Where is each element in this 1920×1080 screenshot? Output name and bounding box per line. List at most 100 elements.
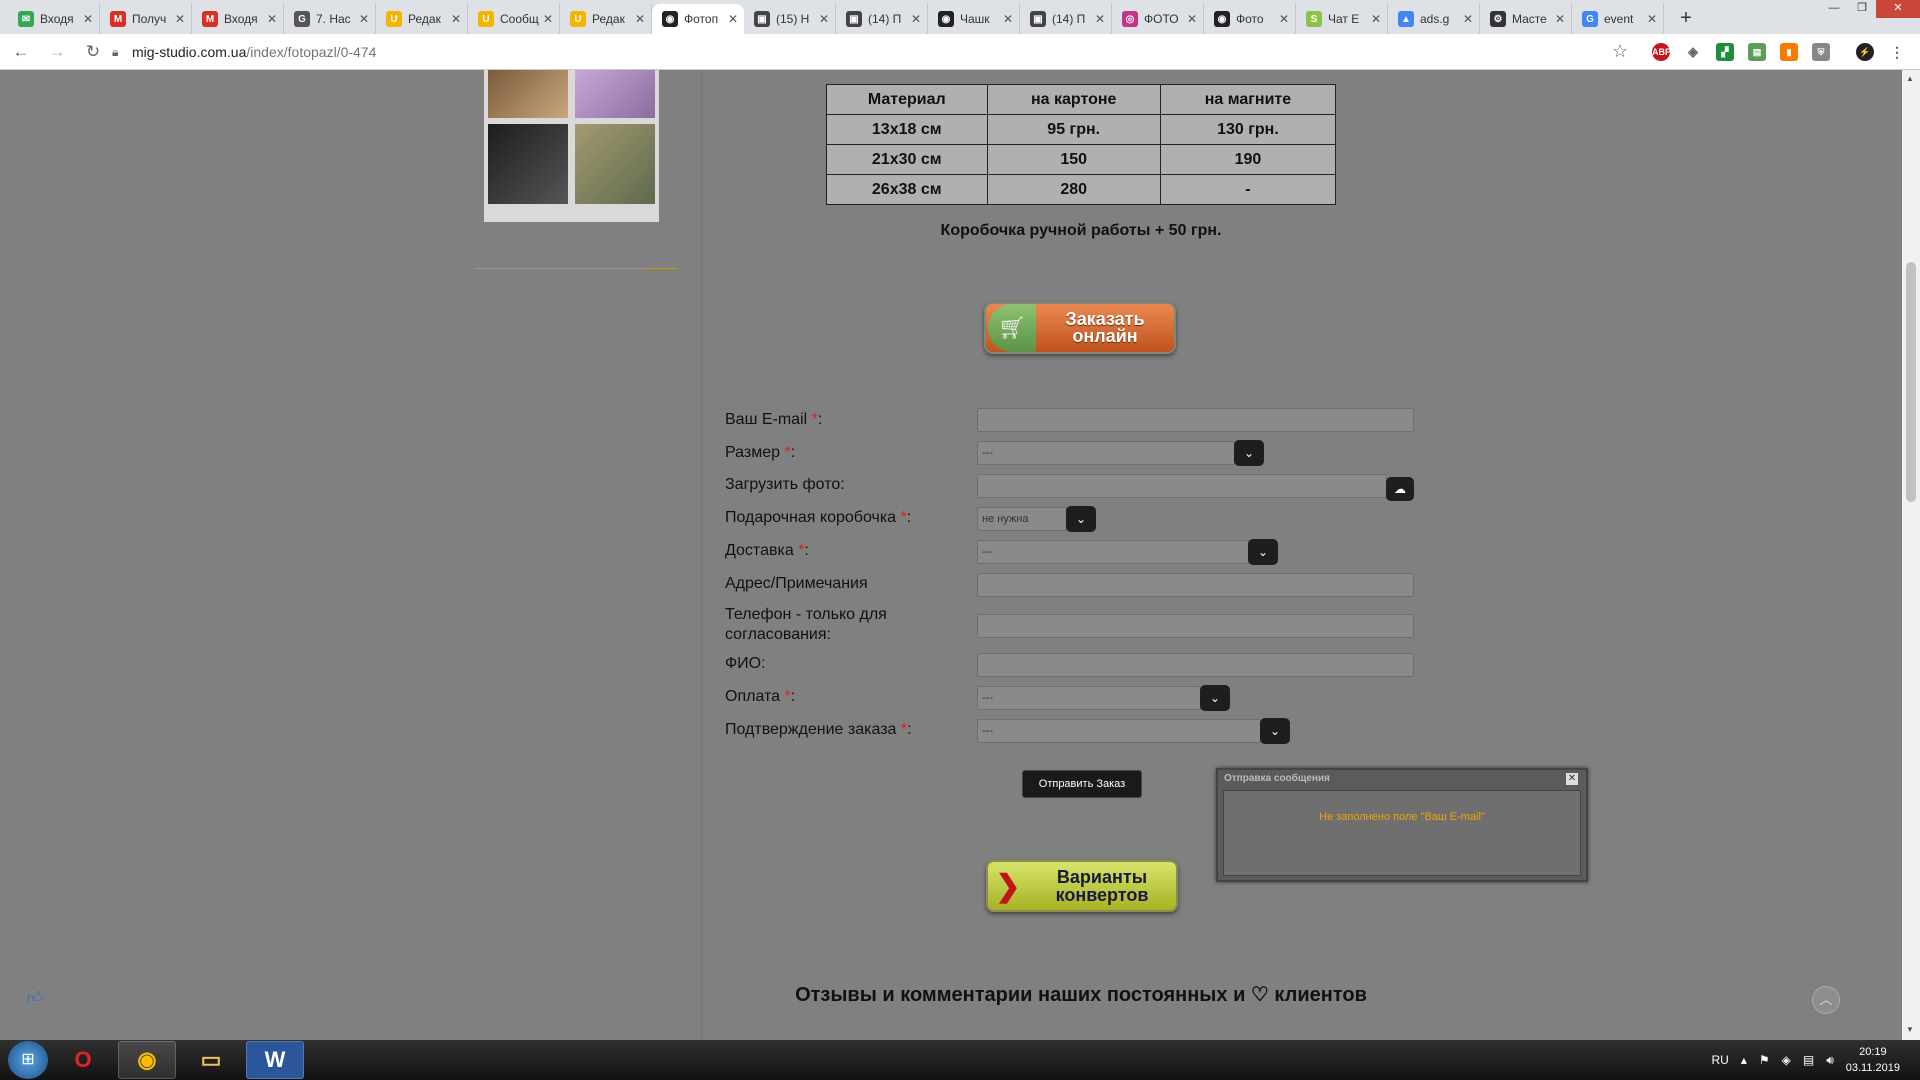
browser-tab[interactable]: ◉ Фотоп ✕ [652,4,744,34]
action-center-flag-icon[interactable]: ⚑ [1759,1053,1770,1067]
opera-icon[interactable]: O [54,1041,112,1079]
browser-tab[interactable]: M Получ ✕ [100,4,192,34]
reload-icon[interactable]: ↻ [78,37,108,67]
tab-close-icon[interactable]: ✕ [819,12,829,26]
tab-close-icon[interactable]: ✕ [1371,12,1381,26]
browser-tab[interactable]: U Редак ✕ [376,4,468,34]
tab-close-icon[interactable]: ✕ [1555,12,1565,26]
price-table-cell: 95 грн. [986,114,1161,145]
thumbs-up-icon[interactable]: 👍︎ [22,986,48,1012]
browser-tab[interactable]: G 7. Нас ✕ [284,4,376,34]
network-icon[interactable]: ▤ [1803,1053,1814,1067]
full-name-field[interactable] [977,653,1414,677]
address-bar[interactable]: 🔒︎ mig-studio.com.ua/index/fotopazl/0-47… [112,38,1632,66]
tab-close-icon[interactable]: ✕ [543,12,553,26]
gallery-photo[interactable] [488,124,568,204]
size-select[interactable]: --- ⌄ [977,440,1264,466]
cloud-upload-icon[interactable]: ☁ [1386,477,1414,501]
input-language[interactable]: RU [1711,1053,1728,1067]
browser-tab[interactable]: ▲ ads.g ✕ [1388,4,1480,34]
gift-box-select[interactable]: не нужна ⌄ [977,506,1096,532]
envelope-options-button[interactable]: ❯ Варианты конвертов [986,860,1178,912]
adblock-icon[interactable]: ABP [1652,43,1671,61]
tab-close-icon[interactable]: ✕ [451,12,461,26]
page-scrollbar[interactable]: ▲ ▼ [1902,70,1920,1040]
browser-tab[interactable]: U Редак ✕ [560,4,652,34]
chevron-down-icon[interactable]: ⌄ [1248,539,1278,565]
tab-close-icon[interactable]: ✕ [635,12,645,26]
dialog-close-icon[interactable]: ✕ [1566,773,1578,785]
payment-select[interactable]: --- ⌄ [977,685,1230,711]
browser-tab-label: Входя [40,12,74,26]
window-close-icon[interactable]: ✕ [1876,0,1920,18]
gallery-photo[interactable] [575,124,655,204]
browser-tab[interactable]: U Сообщ ✕ [468,4,560,34]
minimize-icon[interactable]: — [1820,0,1848,18]
restore-icon[interactable]: ❐ [1848,0,1876,18]
chrome-icon[interactable]: ◉ [118,1041,176,1079]
system-clock[interactable]: 20:19 03.11.2019 [1846,1044,1900,1076]
browser-tab[interactable]: ▣ (14) П ✕ [1020,4,1112,34]
browser-tab[interactable]: ◎ ФОТО ✕ [1112,4,1204,34]
tab-close-icon[interactable]: ✕ [1095,12,1105,26]
chevron-down-icon[interactable]: ⌄ [1260,718,1290,744]
scroll-down-arrow-icon[interactable]: ▼ [1906,1025,1914,1034]
bookmark-star-icon[interactable]: ☆ [1612,41,1628,62]
chevron-down-icon[interactable]: ⌄ [1234,440,1264,466]
browser-tab[interactable]: M Входя ✕ [192,4,284,34]
volume-icon[interactable]: 🔊︎ [1826,1053,1834,1068]
tab-close-icon[interactable]: ✕ [83,12,93,26]
tab-close-icon[interactable]: ✕ [1279,12,1289,26]
file-explorer-icon[interactable]: ▭ [182,1041,240,1079]
browser-tab[interactable]: ✉ Входя ✕ [8,4,100,34]
tab-close-icon[interactable]: ✕ [1647,12,1657,26]
extension-shield-icon[interactable]: ⛨ [1812,43,1830,61]
chevron-down-icon[interactable]: ⌄ [1200,685,1230,711]
browser-tab[interactable]: ▣ (14) П ✕ [836,4,928,34]
windows-start-icon[interactable]: ⊞ [8,1041,48,1079]
dropbox-tray-icon[interactable]: ◈ [1782,1053,1791,1067]
extension-badge-icon[interactable]: ▤ [1748,43,1766,61]
email-field[interactable] [977,408,1414,432]
price-table-cell: 13x18 см [826,114,988,145]
profile-avatar-icon[interactable]: ⚡ [1856,43,1874,61]
scroll-up-arrow-icon[interactable]: ▲ [1906,74,1914,83]
browser-tab[interactable]: ⚙ Масте ✕ [1480,4,1572,34]
submit-order-button[interactable]: Отправить Заказ [1022,770,1142,798]
browser-tab[interactable]: ▣ (15) Н ✕ [744,4,836,34]
forward-arrow-icon[interactable]: → [42,37,72,67]
browser-tab[interactable]: Gevent ✕ [1572,4,1664,34]
tab-close-icon[interactable]: ✕ [175,12,185,26]
tab-close-icon[interactable]: ✕ [359,12,369,26]
browser-tab[interactable]: ◉ Чашк ✕ [928,4,1020,34]
delivery-select[interactable]: --- ⌄ [977,539,1278,565]
gallery-photo[interactable] [488,70,568,118]
tab-close-icon[interactable]: ✕ [267,12,277,26]
scroll-to-top-icon[interactable]: ︿ [1812,986,1840,1014]
tray-expand-icon[interactable]: ▴ [1741,1053,1747,1067]
scrollbar-thumb[interactable] [1906,262,1916,502]
upload-photo-field[interactable] [977,474,1387,498]
word-icon[interactable]: W [246,1041,304,1079]
extension-green-icon[interactable]: ▞ [1716,43,1734,61]
address-field[interactable] [977,573,1414,597]
email-label: Ваш E-mail *: [725,411,823,428]
browser-tab[interactable]: ◉ Фото ✕ [1204,4,1296,34]
extension-orange-icon[interactable]: ▮ [1780,43,1798,61]
chrome-menu-icon[interactable]: ⋮ [1888,43,1906,61]
dropbox-icon[interactable]: ◈ [1684,43,1702,61]
browser-tab-label: Масте [1512,12,1547,26]
phone-field[interactable] [977,614,1414,638]
tab-close-icon[interactable]: ✕ [911,12,921,26]
new-tab-icon[interactable]: + [1672,4,1700,32]
tab-close-icon[interactable]: ✕ [728,12,738,26]
gallery-photo[interactable] [575,70,655,118]
chevron-down-icon[interactable]: ⌄ [1066,506,1096,532]
tab-close-icon[interactable]: ✕ [1463,12,1473,26]
tab-close-icon[interactable]: ✕ [1187,12,1197,26]
tab-close-icon[interactable]: ✕ [1003,12,1013,26]
browser-tab[interactable]: S Чат Е ✕ [1296,4,1388,34]
back-arrow-icon[interactable]: ← [6,37,36,67]
order-online-button[interactable]: 🛒︎ Заказать онлайн [984,302,1176,354]
order-confirmation-select[interactable]: --- ⌄ [977,718,1290,744]
